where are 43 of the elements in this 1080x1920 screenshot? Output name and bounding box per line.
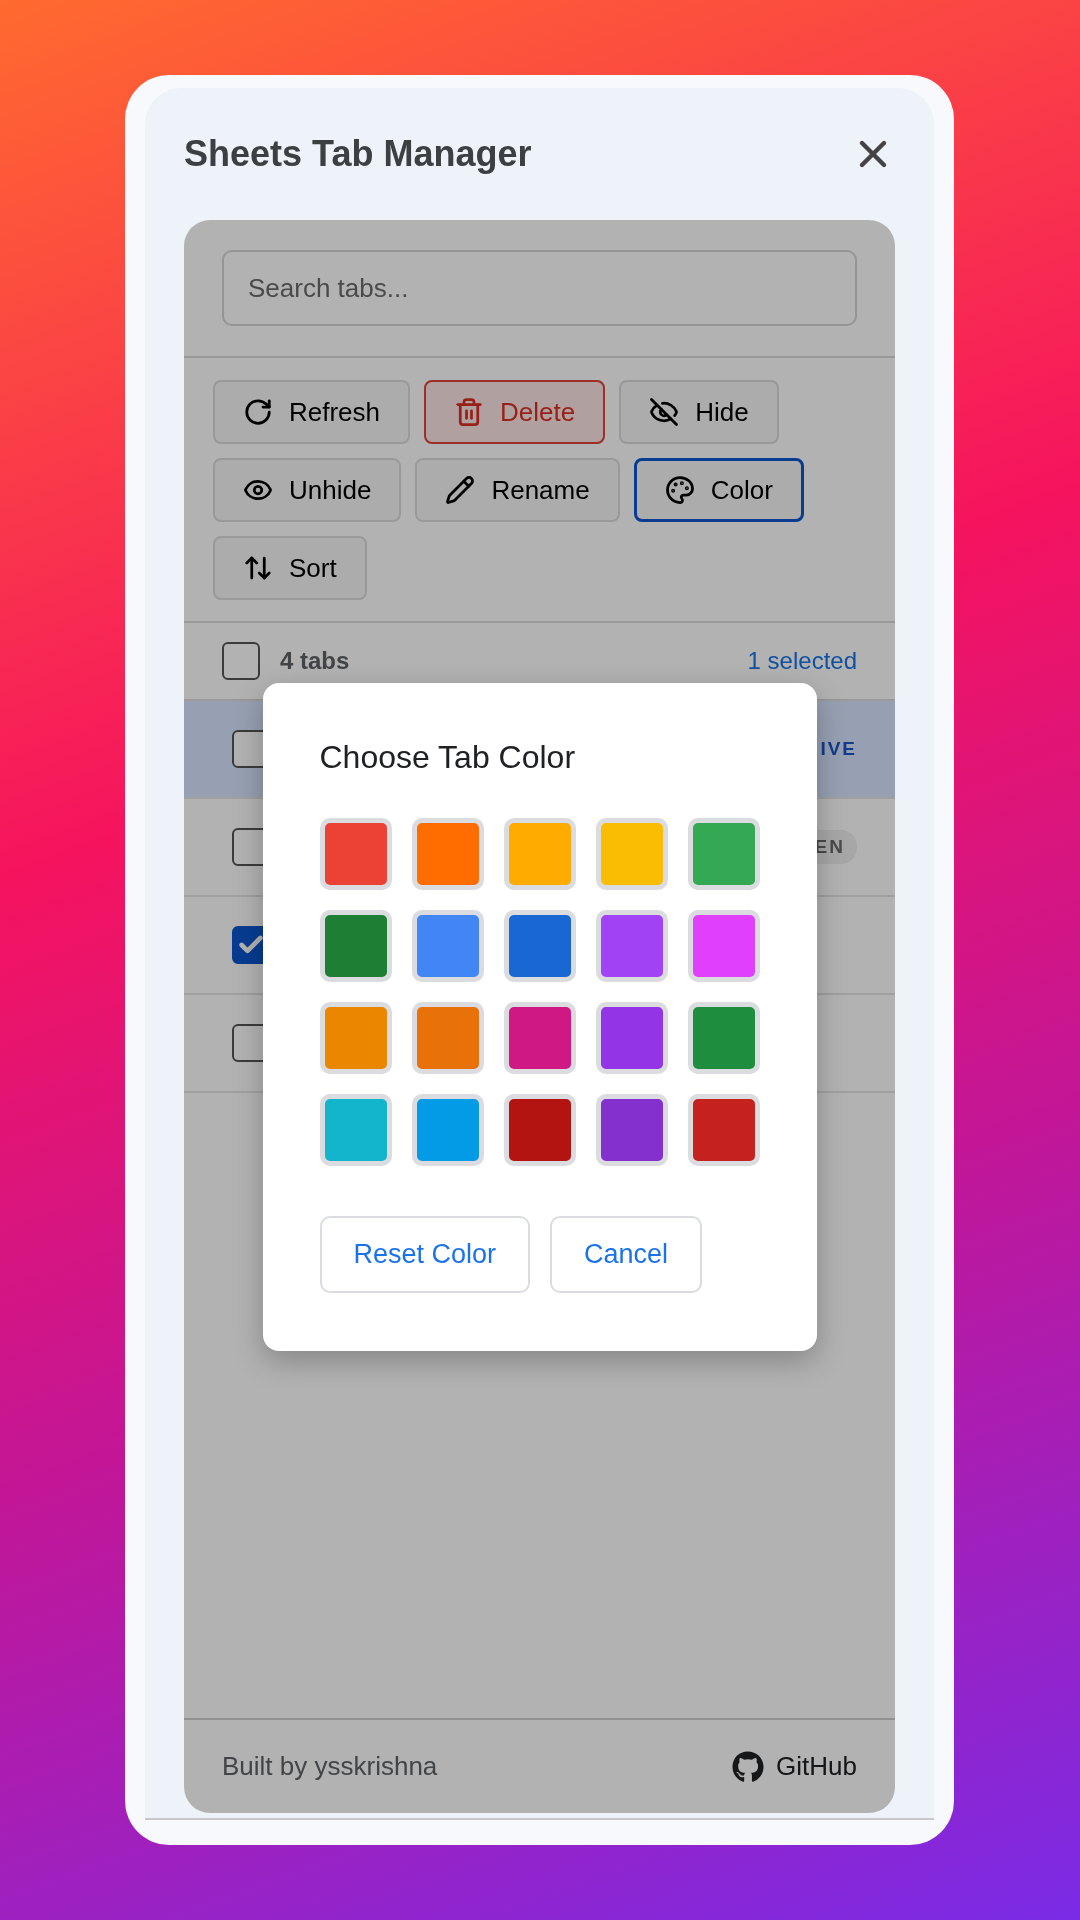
status-label: IVE	[820, 738, 857, 760]
cancel-button[interactable]: Cancel	[550, 1215, 703, 1293]
pencil-icon	[445, 475, 476, 505]
unhide-button[interactable]: Unhide	[213, 458, 402, 522]
select-all-checkbox[interactable]	[222, 642, 260, 680]
tab-count: 4 tabs	[280, 647, 350, 675]
color-swatch[interactable]	[595, 817, 668, 890]
color-swatch[interactable]	[503, 1093, 576, 1166]
color-swatch[interactable]	[687, 1001, 760, 1074]
reset-button[interactable]: Reset Color	[319, 1215, 531, 1293]
color-swatch[interactable]	[595, 1001, 668, 1074]
color-swatch[interactable]	[411, 1001, 484, 1074]
color-swatch[interactable]	[687, 1093, 760, 1166]
color-swatch[interactable]	[411, 817, 484, 890]
eye-off-icon	[649, 397, 680, 427]
search-field[interactable]: Search tabs...	[222, 250, 857, 326]
github-icon	[732, 1750, 765, 1783]
selection-count: 1 selected	[747, 647, 857, 675]
trash-icon	[454, 397, 485, 427]
color-swatch[interactable]	[319, 1001, 392, 1074]
color-swatch[interactable]	[687, 817, 760, 890]
color-swatch[interactable]	[503, 1001, 576, 1074]
palette-icon	[664, 475, 695, 505]
color-swatch[interactable]	[319, 909, 392, 982]
hide-button[interactable]: Hide	[619, 380, 779, 444]
color-swatch[interactable]	[503, 817, 576, 890]
refresh-icon	[243, 397, 273, 427]
dialog-title: Choose Tab Color	[319, 738, 577, 776]
color-button[interactable]: Color	[633, 458, 804, 522]
refresh-button[interactable]: Refresh	[213, 380, 411, 444]
color-swatch[interactable]	[319, 817, 392, 890]
color-swatch[interactable]	[595, 909, 668, 982]
color-swatch[interactable]	[319, 1093, 392, 1166]
window-title: Sheets Tab Manager	[184, 133, 532, 175]
credit-text: Built by ysskrishna	[222, 1751, 438, 1782]
rename-button[interactable]: Rename	[415, 458, 620, 522]
sort-button[interactable]: Sort	[213, 536, 367, 600]
color-swatch[interactable]	[411, 909, 484, 982]
color-swatch[interactable]	[687, 909, 760, 982]
github-link[interactable]: GitHub	[732, 1750, 857, 1783]
color-swatch[interactable]	[411, 1093, 484, 1166]
color-swatch[interactable]	[503, 909, 576, 982]
color-swatch[interactable]	[595, 1093, 668, 1166]
